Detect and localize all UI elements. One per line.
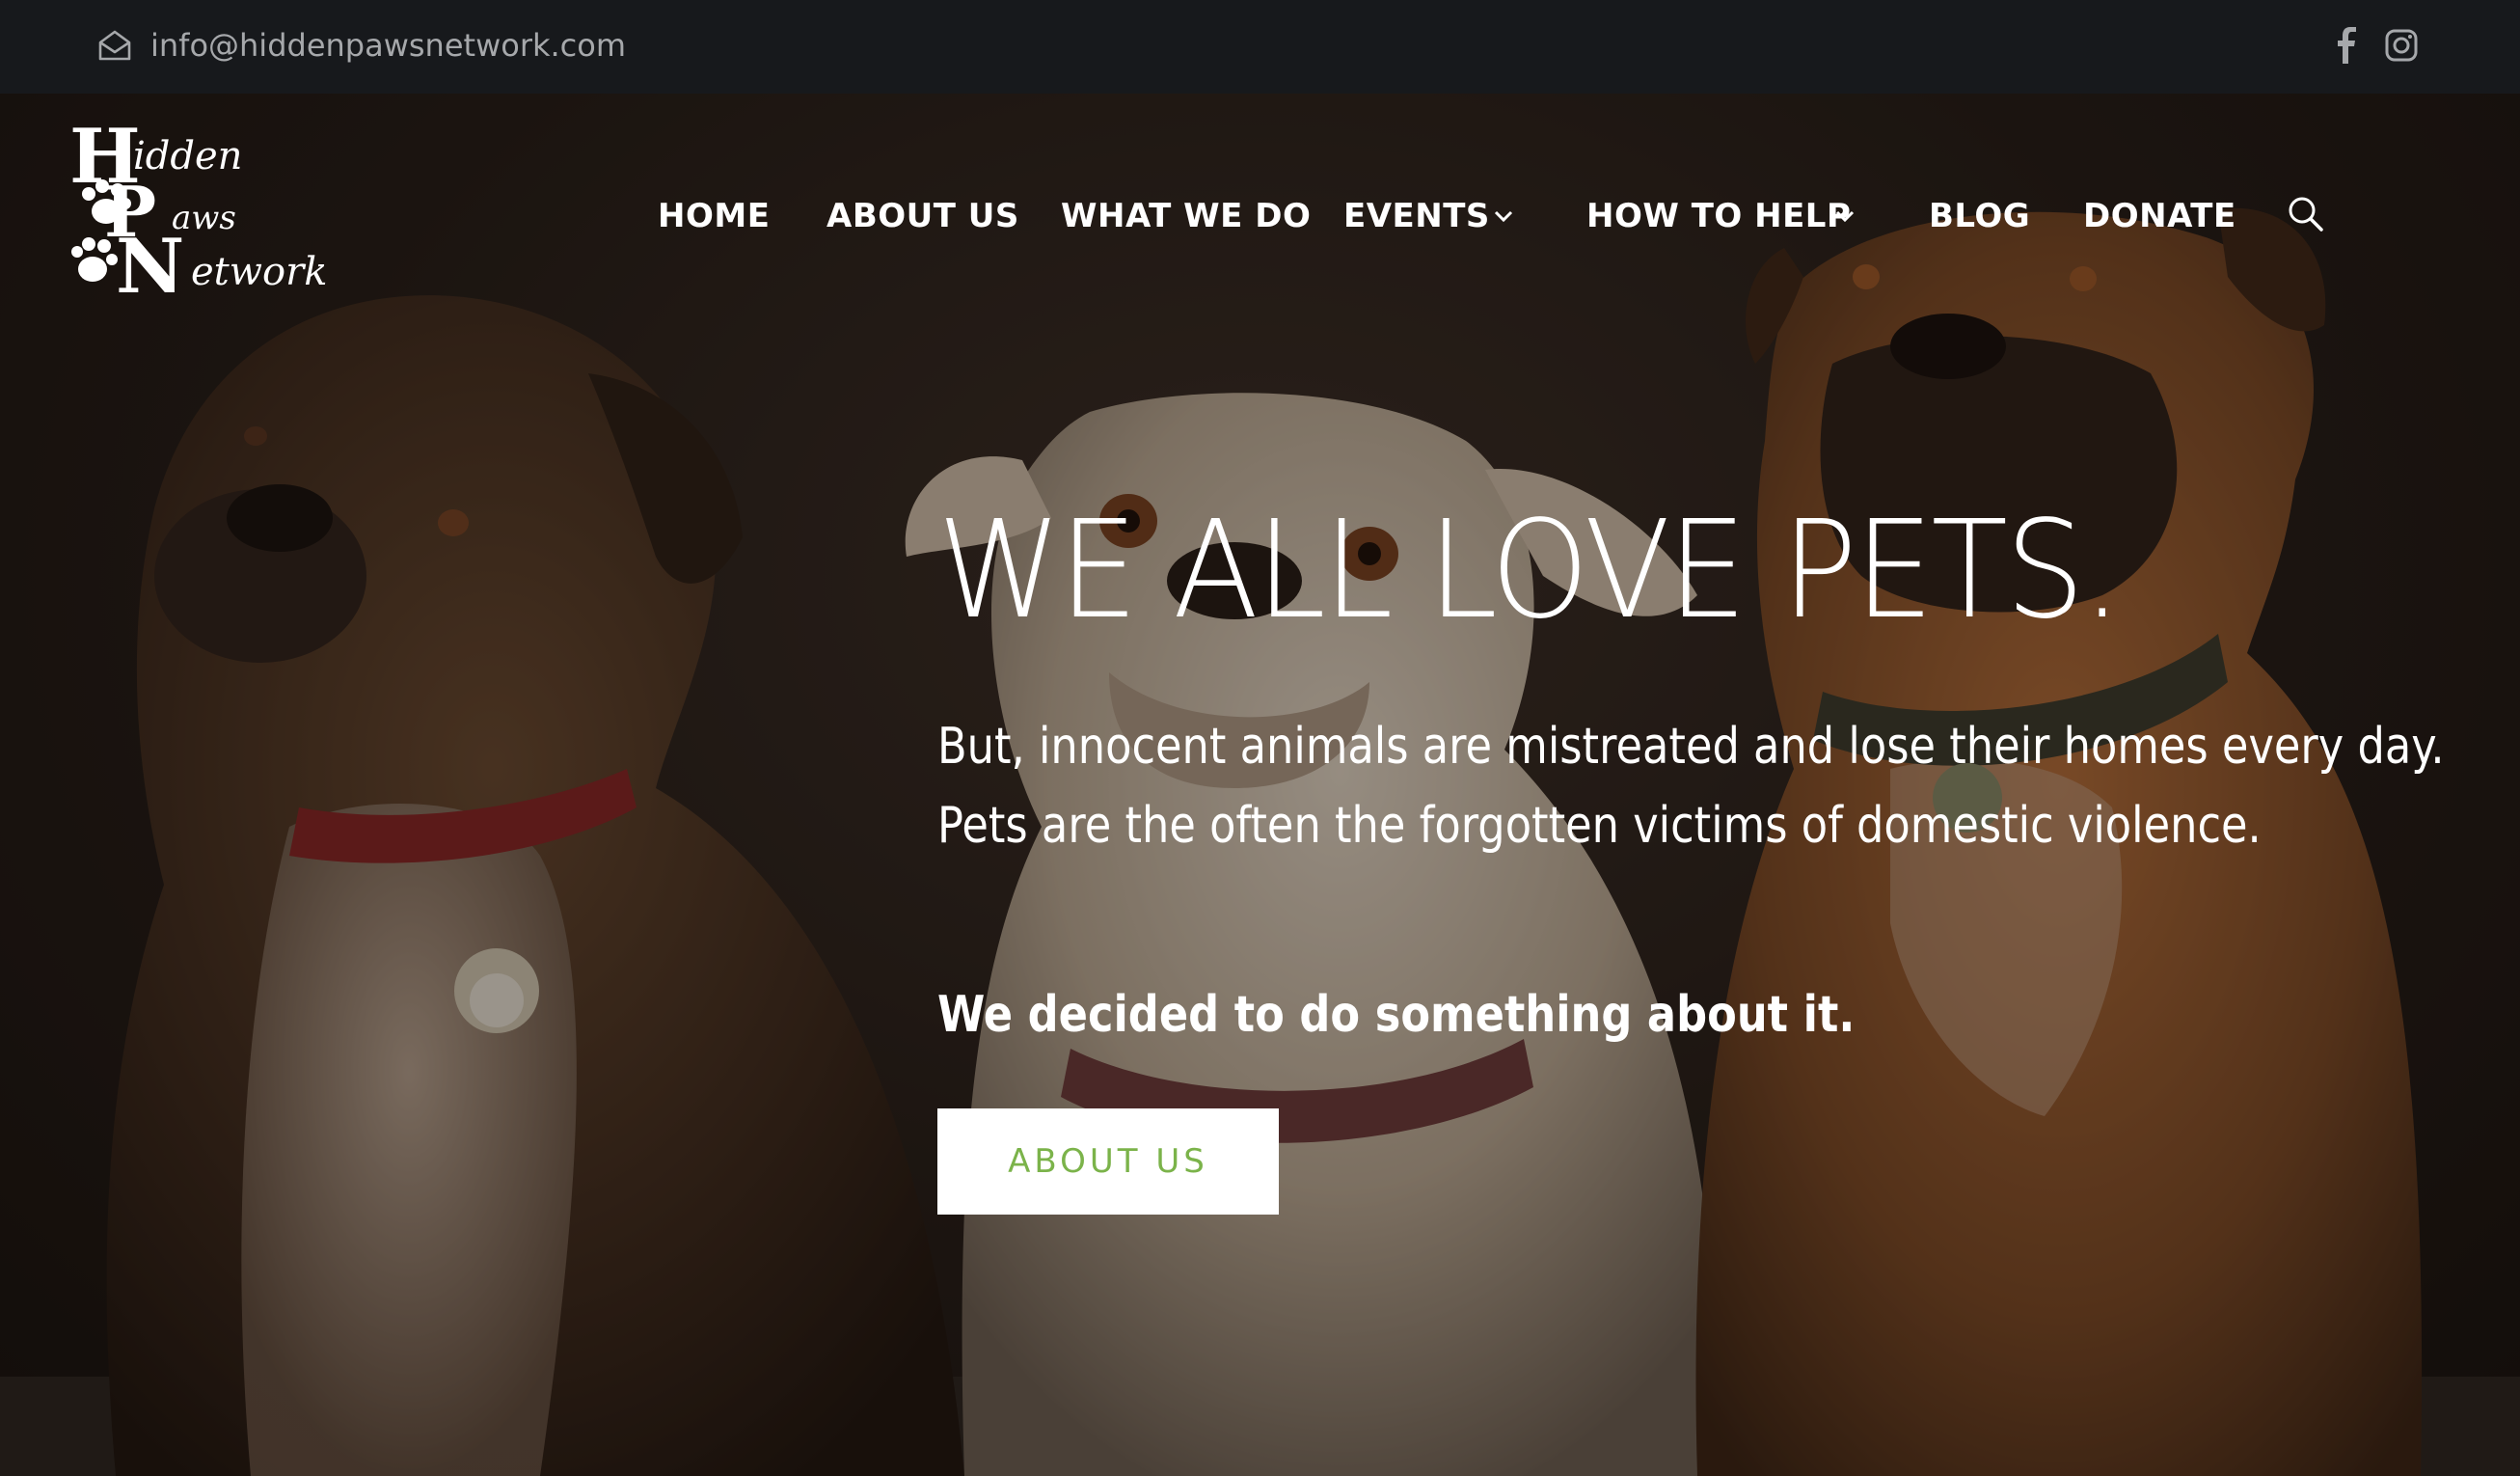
top-bar: info@hiddenpawsnetwork.com [0, 0, 2520, 94]
hero-paragraph-line: Pets are the often the forgotten victims… [937, 797, 2262, 855]
nav-donate[interactable]: DONATE [2083, 193, 2236, 239]
hero-emphasis: We decided to do something about it. [937, 986, 1856, 1044]
hero-paragraph: But, innocent animals are mistreated and… [937, 707, 2445, 865]
nav-how-to-help[interactable]: HOW TO HELP [1586, 193, 1851, 239]
instagram-icon[interactable] [2385, 29, 2418, 62]
nav-about-us[interactable]: ABOUT US [826, 193, 1019, 239]
nav-blog[interactable]: BLOG [1929, 193, 2030, 239]
nav-what-we-do[interactable]: WHAT WE DO [1061, 193, 1311, 239]
logo-word-network: etwork [191, 250, 327, 294]
logo-word-paws: aws [172, 199, 236, 237]
contact-email-link[interactable]: info@hiddenpawsnetwork.com [150, 25, 626, 66]
chevron-down-icon[interactable] [1834, 209, 1856, 223]
hero-headline: WE ALL LOVE PETS. [937, 492, 2122, 649]
hero-paragraph-line: But, innocent animals are mistreated and… [937, 718, 2445, 776]
nav-events[interactable]: EVENTS [1343, 193, 1490, 239]
site-logo[interactable]: H P N idden aws etwork [68, 123, 328, 306]
nav-home[interactable]: HOME [658, 193, 770, 239]
mail-icon [98, 30, 131, 61]
logo-word-hidden: idden [133, 134, 242, 178]
facebook-icon[interactable] [2333, 26, 2362, 65]
chevron-down-icon[interactable] [1493, 209, 1514, 223]
hero-section: H P N idden aws etwork HOME ABOUT US WHA… [0, 94, 2520, 1476]
search-icon[interactable] [2286, 194, 2324, 232]
about-us-button[interactable]: ABOUT US [937, 1108, 1279, 1215]
